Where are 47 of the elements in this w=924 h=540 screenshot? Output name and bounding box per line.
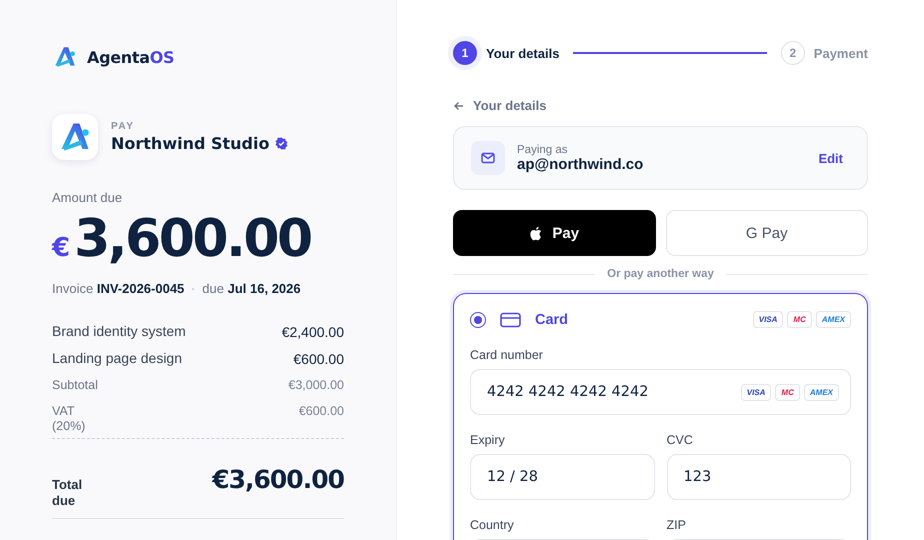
line-item-label: Brand identity system	[52, 324, 186, 339]
amount-label: Amount due	[52, 190, 124, 205]
back-arrow-icon	[453, 100, 465, 112]
line-item-amount: €600.00	[298, 404, 344, 418]
line-item-amount: €3,000.00	[288, 378, 344, 392]
line-item-label: VAT (20%)	[52, 404, 86, 434]
progress-step: 1 Your details	[453, 41, 560, 65]
merchant-name: Northwind Studio	[111, 134, 270, 153]
amount-due: 3,600.00	[74, 209, 311, 269]
field-label: Card number	[470, 348, 544, 362]
total-amount: €3,600.00	[212, 465, 344, 494]
radio-button[interactable]	[470, 312, 486, 328]
currency-symbol: €	[52, 233, 70, 263]
divider-label: Or pay another way	[607, 268, 714, 280]
line-item-amount: €600.00	[293, 351, 344, 367]
card-method-label: Card	[535, 312, 570, 328]
field-label: CVC	[666, 433, 694, 447]
card-brand-badge: AMEX	[804, 384, 839, 400]
line-item-label: Subtotal	[52, 378, 99, 393]
card-brand-badge: MC	[775, 384, 800, 400]
card-brand-badge: VISA	[740, 384, 772, 400]
due-date: due Jul 16, 2026	[202, 281, 301, 296]
card-number-field[interactable]: 4242 4242 4242 4242 VISA MC AMEX	[470, 369, 851, 415]
card-brand-badge: MC	[787, 311, 812, 328]
apple-icon	[529, 226, 542, 240]
line-item-amount: €2,400.00	[282, 324, 344, 340]
field-label: Country	[470, 518, 515, 532]
invoice-number: Invoice INV-2026-0045	[52, 281, 184, 296]
back-link[interactable]: Your details	[453, 98, 546, 113]
input-field[interactable]: 12 / 28	[470, 454, 654, 500]
payer-email: ap@northwind.co	[517, 156, 644, 172]
google-pay-button[interactable]: G Pay	[666, 210, 868, 256]
card-brand-badge: VISA	[752, 311, 784, 328]
edit-button[interactable]: Edit	[818, 150, 843, 166]
field-label: Expiry	[470, 433, 506, 447]
line-item-label: Landing page design	[52, 351, 182, 366]
progress-step: 2 Payment	[780, 41, 868, 65]
total-label: Total due	[52, 477, 84, 509]
card-brand-badge: AMEX	[816, 311, 851, 328]
credit-card-icon	[500, 312, 521, 328]
payer-label: Paying as	[517, 144, 569, 156]
field-label: ZIP	[666, 518, 687, 532]
input-field[interactable]: 123	[666, 454, 851, 500]
brand-name: AgentaOS	[87, 48, 174, 66]
mail-icon	[471, 141, 505, 175]
pay-eyebrow: PAY	[111, 121, 136, 132]
apple-pay-button[interactable]: Pay	[453, 210, 656, 256]
